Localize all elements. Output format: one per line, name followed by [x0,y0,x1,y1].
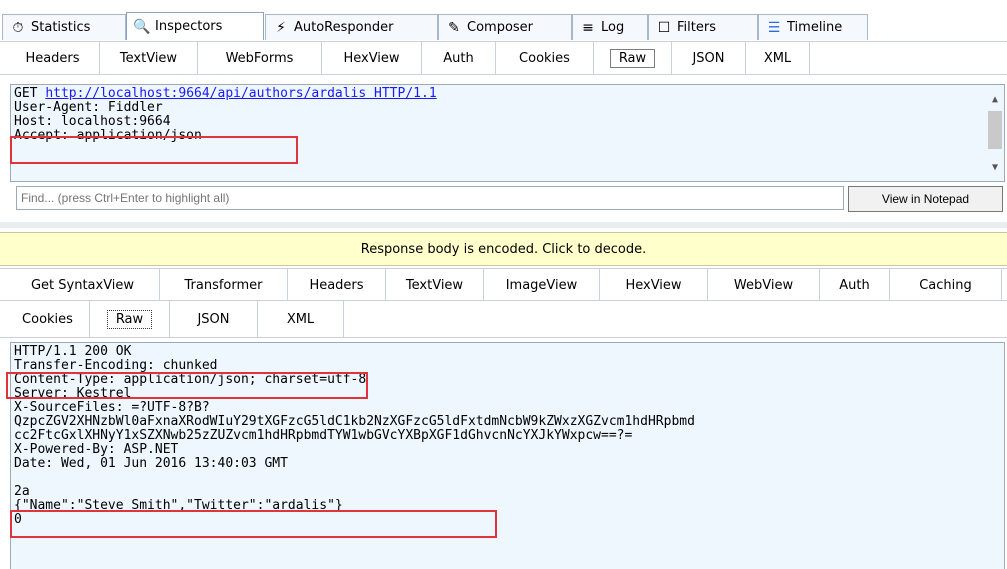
top-tab-strip: ⏱ Statistics 🔍 Inspectors ⚡ AutoResponde… [0,0,1007,40]
response-line: Transfer-Encoding: chunked [14,358,218,373]
response-line: X-Powered-By: ASP.NET [14,442,179,457]
tab-filters[interactable]: ☐ Filters [648,14,758,40]
response-tab-syntaxview[interactable]: Get SyntaxView [6,269,160,301]
tab-label: Statistics [31,20,91,35]
tab-label: Filters [677,20,716,35]
tab-composer[interactable]: ✎ Composer [438,14,572,40]
request-tab-hexview[interactable]: HexView [322,42,422,74]
timeline-icon: ☰ [767,19,781,36]
request-tab-xml[interactable]: XML [746,42,810,74]
view-in-notepad-button[interactable]: View in Notepad [848,186,1003,212]
request-tab-auth[interactable]: Auth [422,42,496,74]
request-scrollbar[interactable]: ▲ ▼ [986,85,1004,181]
request-subtab-row: Headers TextView WebForms HexView Auth C… [0,41,1007,75]
response-subtab-row-2: Cookies Raw JSON XML [0,300,1007,338]
tab-label: Log [601,20,625,35]
response-tab-hexview[interactable]: HexView [600,269,708,301]
response-line: HTTP/1.1 200 OK [14,344,132,359]
response-tab-headers[interactable]: Headers [288,269,386,301]
request-tab-textview[interactable]: TextView [100,42,198,74]
tab-timeline[interactable]: ☰ Timeline [758,14,868,40]
response-tab-textview[interactable]: TextView [386,269,484,301]
response-line-json-body: {"Name":"Steve Smith","Twitter":"ardalis… [14,498,343,513]
scroll-down-icon[interactable]: ▼ [986,159,1004,177]
tab-inspectors[interactable]: 🔍 Inspectors [126,12,264,40]
response-tab-cookies[interactable]: Cookies [6,301,90,337]
autoresponder-icon: ⚡ [276,19,286,36]
response-line [14,471,1001,485]
response-line: Date: Wed, 01 Jun 2016 13:40:03 GMT [14,456,288,471]
response-line: QzpcZGV2XHNzbWl0aFxnaXRodWIuY29tXGFzcG5l… [14,414,695,429]
response-line: cc2FtcGxlXHNyY1xSZXNwb25zZUZvcm1hdHRpbmd… [14,428,633,443]
tab-label: AutoResponder [294,20,394,35]
response-line: 0 [14,512,22,527]
response-line: X-SourceFiles: =?UTF-8?B? [14,400,210,415]
request-tab-webforms[interactable]: WebForms [198,42,322,74]
response-tab-json[interactable]: JSON [170,301,258,337]
request-tab-raw[interactable]: Raw [594,42,672,74]
composer-icon: ✎ [448,19,460,36]
request-url-link[interactable]: http://localhost:9664/api/authors/ardali… [45,86,436,101]
tab-label: Inspectors [155,19,223,34]
statistics-icon: ⏱ [12,19,24,36]
response-tab-caching[interactable]: Caching [890,269,1002,301]
request-header-line: User-Agent: Fiddler [14,100,163,115]
scroll-thumb[interactable] [988,111,1002,149]
filters-icon: ☐ [657,19,671,36]
tab-autoresponder[interactable]: ⚡ AutoResponder [265,14,438,40]
tab-label: Timeline [787,20,843,35]
tab-statistics[interactable]: ⏱ Statistics [2,14,126,40]
tab-log[interactable]: ≡ Log [572,14,648,40]
scroll-up-icon[interactable]: ▲ [986,91,1004,109]
response-line: 2a [14,484,30,499]
response-line-content-type: Content-Type: application/json; charset=… [14,372,367,387]
response-tab-imageview[interactable]: ImageView [484,269,600,301]
response-tab-transformer[interactable]: Transformer [160,269,288,301]
inspectors-icon: 🔍 [133,18,151,35]
response-tab-auth[interactable]: Auth [820,269,890,301]
log-icon: ≡ [582,19,594,36]
request-header-line: Host: localhost:9664 [14,114,171,129]
response-tab-raw[interactable]: Raw [90,301,170,337]
response-raw-text[interactable]: HTTP/1.1 200 OK Transfer-Encoding: chunk… [10,342,1005,569]
request-tab-cookies[interactable]: Cookies [496,42,594,74]
response-subtab-row-1: Get SyntaxView Transformer Headers TextV… [0,268,1007,301]
request-line: GET http://localhost:9664/api/authors/ar… [14,86,437,101]
find-input[interactable] [16,186,844,210]
request-tab-json[interactable]: JSON [672,42,746,74]
decode-banner[interactable]: Response body is encoded. Click to decod… [0,232,1007,266]
response-tab-webview[interactable]: WebView [708,269,820,301]
request-raw-text[interactable]: GET http://localhost:9664/api/authors/ar… [10,84,1005,182]
splitter[interactable] [0,222,1007,228]
tab-label: Composer [467,20,534,35]
request-tab-headers[interactable]: Headers [6,42,100,74]
response-tab-xml[interactable]: XML [258,301,344,337]
response-line: Server: Kestrel [14,386,132,401]
request-header-accept: Accept: application/json [14,128,202,143]
